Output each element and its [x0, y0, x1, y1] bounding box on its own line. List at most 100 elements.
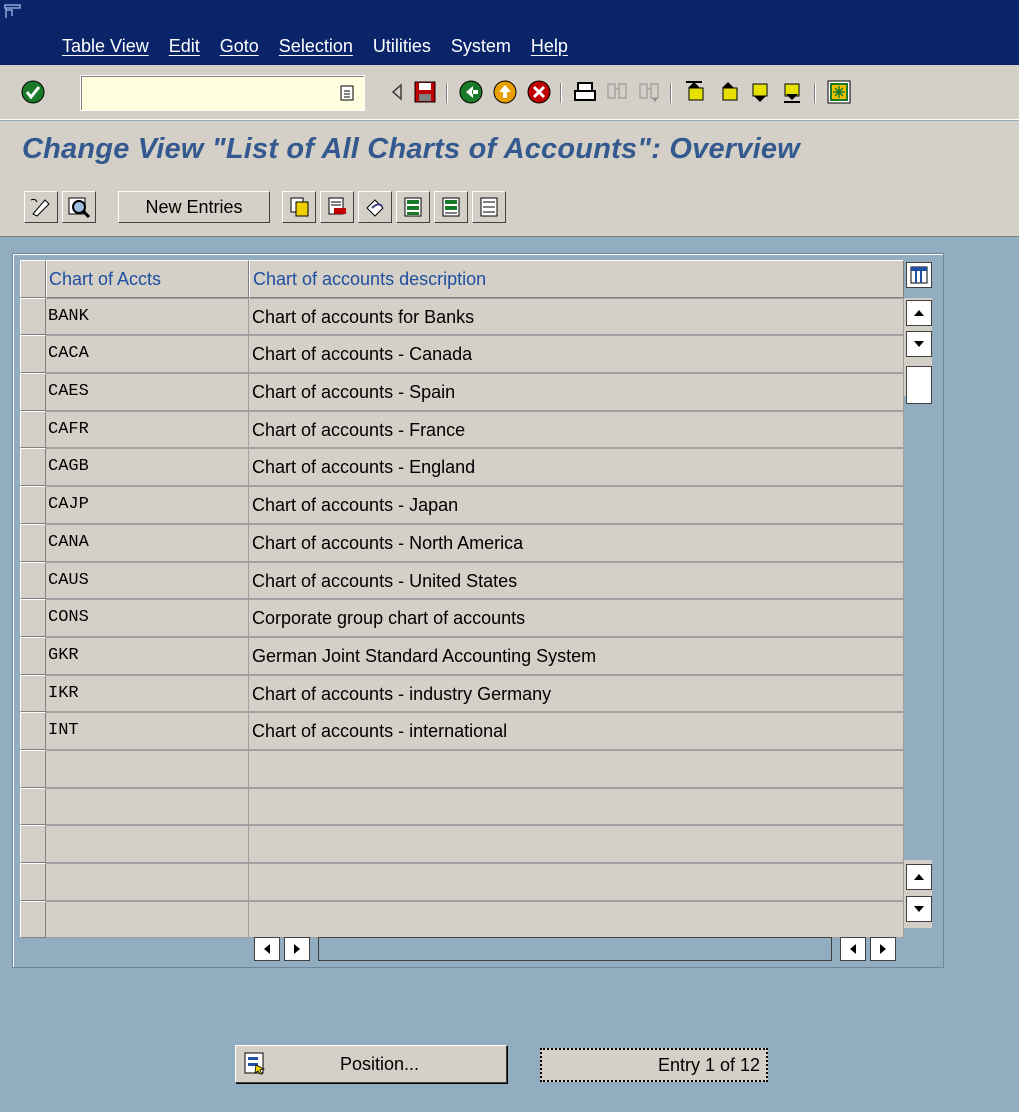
row-selector[interactable]	[20, 749, 46, 788]
first-page-icon[interactable]	[680, 77, 710, 107]
exit-icon[interactable]	[490, 77, 520, 107]
command-input[interactable]	[81, 76, 321, 108]
description-cell[interactable]: Chart of accounts - France	[249, 410, 904, 449]
row-selector[interactable]	[20, 561, 46, 600]
next-page-icon[interactable]	[746, 77, 776, 107]
menu-edit[interactable]: Edit	[159, 34, 210, 58]
find-next-icon[interactable]	[634, 77, 664, 107]
column-scroll-left-icon[interactable]	[840, 937, 866, 961]
row-selector[interactable]	[20, 712, 46, 750]
chart-of-accts-cell[interactable]: BANK	[46, 297, 249, 336]
copy-as-icon[interactable]	[282, 191, 316, 223]
row-selector[interactable]	[20, 787, 46, 826]
cancel-icon[interactable]	[524, 77, 554, 107]
enter-icon[interactable]	[18, 77, 48, 107]
scroll-down-icon[interactable]	[906, 331, 932, 357]
menu-utilities[interactable]: Utilities	[363, 34, 441, 58]
chart-of-accts-cell[interactable]: CAGB	[46, 448, 249, 487]
column-header-chart-of-accts[interactable]: Chart of Accts	[46, 260, 249, 298]
description-cell[interactable]: Chart of accounts - United States	[249, 561, 904, 600]
back-arrow-icon[interactable]	[382, 77, 412, 107]
scroll-up-icon[interactable]	[906, 300, 932, 326]
new-entries-button[interactable]: New Entries	[118, 191, 270, 223]
scroll-right-icon[interactable]	[284, 937, 310, 961]
description-cell[interactable]: Chart of accounts - North America	[249, 523, 904, 562]
details-icon[interactable]	[62, 191, 96, 223]
chart-of-accts-cell[interactable]: CANA	[46, 523, 249, 562]
description-cell[interactable]	[249, 825, 904, 863]
select-block-icon[interactable]	[434, 191, 468, 223]
chart-of-accts-cell[interactable]: CONS	[46, 599, 249, 637]
chart-of-accts-cell[interactable]: INT	[46, 712, 249, 750]
description-cell[interactable]: Chart of accounts - Canada	[249, 335, 904, 374]
chart-of-accts-cell[interactable]: CAFR	[46, 410, 249, 449]
deselect-all-icon[interactable]	[472, 191, 506, 223]
chart-of-accts-cell[interactable]	[46, 749, 249, 788]
page-scroll-down-icon[interactable]	[906, 896, 932, 922]
command-dropdown-icon[interactable]	[338, 83, 356, 103]
page-scroll-up-icon[interactable]	[906, 864, 932, 890]
delete-icon[interactable]	[320, 191, 354, 223]
description-cell[interactable]: Chart of accounts - Spain	[249, 373, 904, 411]
display-change-icon[interactable]	[24, 191, 58, 223]
last-page-icon[interactable]	[778, 77, 808, 107]
chart-of-accts-cell[interactable]	[46, 900, 249, 939]
chart-of-accts-cell[interactable]: CAES	[46, 373, 249, 411]
system-menu-icon[interactable]	[4, 4, 24, 20]
chart-of-accts-cell[interactable]: CAUS	[46, 561, 249, 600]
description-cell[interactable]	[249, 787, 904, 826]
row-selector[interactable]	[20, 636, 46, 675]
description-cell[interactable]: Chart of accounts for Banks	[249, 297, 904, 336]
previous-page-icon[interactable]	[714, 77, 744, 107]
row-selector[interactable]	[20, 373, 46, 411]
horizontal-scroll-track[interactable]	[318, 937, 832, 961]
select-all-rows-button[interactable]	[20, 260, 46, 298]
print-icon[interactable]	[570, 77, 600, 107]
menu-system[interactable]: System	[441, 34, 521, 58]
chart-of-accts-cell[interactable]	[46, 825, 249, 863]
description-cell[interactable]	[249, 863, 904, 901]
position-button[interactable]: Position...	[235, 1045, 507, 1083]
undo-change-icon[interactable]	[358, 191, 392, 223]
description-cell[interactable]	[249, 749, 904, 788]
menu-goto[interactable]: Goto	[210, 34, 269, 58]
chart-of-accts-cell[interactable]	[46, 863, 249, 901]
vertical-scroll-track[interactable]	[904, 396, 932, 860]
menu-selection[interactable]: Selection	[269, 34, 363, 58]
column-header-description[interactable]: Chart of accounts description	[249, 260, 904, 298]
row-selector[interactable]	[20, 410, 46, 449]
description-cell[interactable]: Corporate group chart of accounts	[249, 599, 904, 637]
row-selector[interactable]	[20, 674, 46, 713]
menu-table-view[interactable]: Table View	[46, 34, 159, 58]
chart-of-accts-cell[interactable]: GKR	[46, 636, 249, 675]
row-selector[interactable]	[20, 297, 46, 336]
row-selector[interactable]	[20, 335, 46, 374]
scroll-left-icon[interactable]	[254, 937, 280, 961]
row-selector[interactable]	[20, 900, 46, 939]
table-settings-icon[interactable]	[906, 262, 932, 288]
description-cell[interactable]: Chart of accounts - England	[249, 448, 904, 487]
select-all-icon[interactable]	[396, 191, 430, 223]
back-icon[interactable]	[456, 77, 486, 107]
row-selector[interactable]	[20, 825, 46, 863]
row-selector[interactable]	[20, 486, 46, 524]
chart-of-accts-cell[interactable]	[46, 787, 249, 826]
chart-of-accts-cell[interactable]: IKR	[46, 674, 249, 713]
row-selector[interactable]	[20, 599, 46, 637]
chart-of-accts-cell[interactable]: CACA	[46, 335, 249, 374]
find-icon[interactable]	[602, 77, 632, 107]
description-cell[interactable]: Chart of accounts - industry Germany	[249, 674, 904, 713]
save-icon[interactable]	[410, 77, 440, 107]
row-selector[interactable]	[20, 523, 46, 562]
description-cell[interactable]	[249, 900, 904, 939]
row-selector[interactable]	[20, 863, 46, 901]
description-cell[interactable]: German Joint Standard Accounting System	[249, 636, 904, 675]
column-scroll-right-icon[interactable]	[870, 937, 896, 961]
layout-menu-icon[interactable]	[824, 77, 854, 107]
menu-help[interactable]: Help	[521, 34, 578, 58]
description-cell[interactable]: Chart of accounts - international	[249, 712, 904, 750]
chart-of-accts-cell[interactable]: CAJP	[46, 486, 249, 524]
description-cell[interactable]: Chart of accounts - Japan	[249, 486, 904, 524]
vertical-scroll-thumb[interactable]	[906, 366, 932, 404]
row-selector[interactable]	[20, 448, 46, 487]
